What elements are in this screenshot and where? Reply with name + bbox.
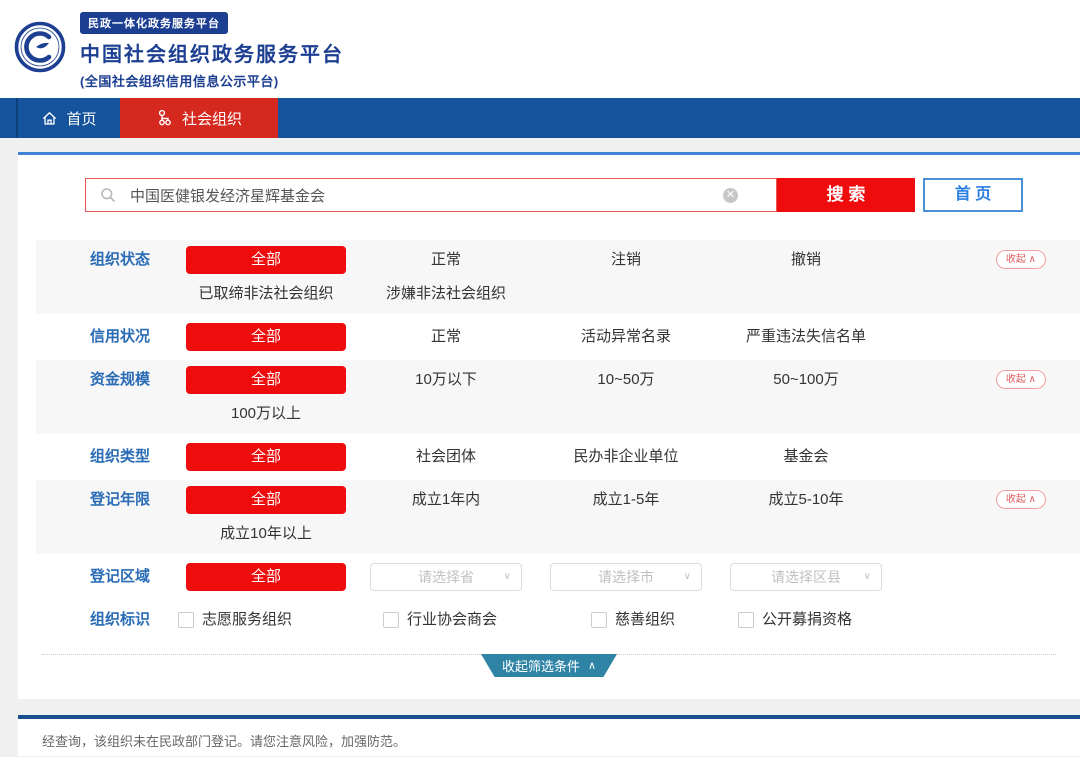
filter-option-selected[interactable]: 全部 xyxy=(186,563,346,591)
site-header: 民政一体化政务服务平台 中国社会组织政务服务平台 (全国社会组织信用信息公示平台… xyxy=(0,0,1080,98)
chevron-down-icon: ∨ xyxy=(683,571,691,582)
filter-rows: 组织状态 全部 正常 注销 撤销 已取缔非法社会组织 涉嫌非法社会组织 收起 ∧ 信用状况 全部正… xyxy=(18,240,1080,640)
org-chart-icon xyxy=(158,109,171,126)
filter-option[interactable]: 社会团体 xyxy=(356,440,536,474)
platform-logo-icon xyxy=(14,21,66,73)
filter-row-2: 资金规模 全部 10万以下 10~50万 50~100万 100万以上 收起 ∧ xyxy=(36,360,1080,434)
collapse-filters-label: 收起筛选条件 xyxy=(501,659,580,674)
search-filter-panel: ✕ 搜 索 首 页 组织状态全部正常注销撤销已取缔非法社会组织涉嫌非法社会组织收… xyxy=(18,152,1080,699)
filter-option[interactable]: 已取缔非法社会组织 xyxy=(176,277,356,311)
checkbox-label: 公开募捐资格 xyxy=(762,611,853,628)
filter-option-selected[interactable]: 全部 xyxy=(186,486,346,514)
filter-row-3: 组织类型 全部 社会团体 民办非企业单位 基金会 xyxy=(36,437,1080,477)
search-bar: ✕ 搜 索 首 页 xyxy=(18,155,1080,212)
region-select[interactable]: 请选择省 ∨ xyxy=(370,563,522,591)
filter-option[interactable]: 活动异常名录 xyxy=(536,320,716,354)
filter-row-6: 组织标识 志愿服务组织 行业协会商会 慈善组织 公开募捐资格 xyxy=(36,600,1080,640)
filter-option[interactable]: 50~100万 xyxy=(716,363,896,397)
checkbox-label: 行业协会商会 xyxy=(407,611,498,628)
select-placeholder: 请选择省 xyxy=(418,569,474,585)
filter-row-0: 组织状态 全部 正常 注销 撤销已取缔非法社会组织 涉嫌非法社会组织 收起 ∧ xyxy=(36,240,1080,314)
region-select[interactable]: 请选择区县 ∨ xyxy=(730,563,882,591)
checkbox-label: 慈善组织 xyxy=(615,611,676,628)
filter-option[interactable]: 成立1-5年 xyxy=(536,483,716,517)
filter-row-label: 信用状况 xyxy=(90,328,151,345)
chevron-up-icon: ∧ xyxy=(587,660,597,672)
filter-option[interactable]: 正常 xyxy=(356,243,536,277)
page-title: 中国社会组织政务服务平台 xyxy=(80,44,344,66)
filter-option[interactable]: 涉嫌非法社会组织 xyxy=(356,277,536,311)
filter-row-label: 组织状态 xyxy=(90,251,151,268)
filter-row-1: 信用状况 全部 正常 活动异常名录 严重违法失信名单 xyxy=(36,317,1080,357)
search-icon xyxy=(100,187,116,203)
search-input-wrapper: ✕ xyxy=(85,178,777,212)
checkbox[interactable] xyxy=(383,612,399,628)
filter-option-selected[interactable]: 全部 xyxy=(186,443,346,471)
filter-option[interactable]: 注销 xyxy=(536,243,716,277)
filter-row-label: 登记区域 xyxy=(90,568,151,585)
select-placeholder: 请选择区县 xyxy=(771,569,841,585)
filter-option[interactable]: 民办非企业单位 xyxy=(536,440,716,474)
select-placeholder: 请选择市 xyxy=(598,569,654,585)
filter-option[interactable]: 成立10年以上 xyxy=(176,517,356,551)
filter-option-selected[interactable]: 全部 xyxy=(186,323,346,351)
main-nav: 首页 社会组织 xyxy=(0,98,1080,138)
checkbox[interactable] xyxy=(591,612,607,628)
result-panel: 经查询，该组织未在民政部门登记。请您注意风险，加强防范。 xyxy=(18,715,1080,756)
home-button[interactable]: 首 页 xyxy=(923,178,1023,212)
clear-icon[interactable]: ✕ xyxy=(723,187,738,203)
row-collapse-button[interactable]: 收起 ∧ xyxy=(995,250,1046,269)
nav-tab-home[interactable]: 首页 xyxy=(18,98,120,138)
filter-option-selected[interactable]: 全部 xyxy=(186,366,346,394)
checkbox[interactable] xyxy=(178,612,194,628)
page-subtitle: (全国社会组织信用信息公示平台) xyxy=(80,74,279,89)
chevron-down-icon: ∨ xyxy=(863,571,871,582)
collapse-filters-button[interactable]: 收起筛选条件 ∧ xyxy=(481,654,617,677)
nav-tab-label: 社会组织 xyxy=(181,110,242,128)
nav-tab-label: 首页 xyxy=(66,110,97,128)
row-collapse-button[interactable]: 收起 ∧ xyxy=(995,370,1046,389)
header-badge: 民政一体化政务服务平台 xyxy=(80,12,228,34)
row-collapse-button[interactable]: 收起 ∧ xyxy=(995,490,1046,509)
filter-option[interactable]: 成立1年内 xyxy=(356,483,536,517)
filter-option[interactable]: 100万以上 xyxy=(176,397,356,431)
filter-row-label: 资金规模 xyxy=(90,371,151,388)
filter-option-selected[interactable]: 全部 xyxy=(186,246,346,274)
checkbox[interactable] xyxy=(738,612,754,628)
filter-row-5: 登记区域 全部 请选择省 ∨ 请选择市 ∨ 请选择区县 ∨ xyxy=(36,557,1080,597)
chevron-down-icon: ∨ xyxy=(503,571,511,582)
filter-option[interactable]: 成立5-10年 xyxy=(716,483,896,517)
filter-row-label: 组织类型 xyxy=(90,448,151,465)
filter-option[interactable]: 10~50万 xyxy=(536,363,716,397)
search-input[interactable] xyxy=(130,186,723,204)
filter-option[interactable]: 撤销 xyxy=(716,243,896,277)
nav-tab-social-org[interactable]: 社会组织 xyxy=(120,98,278,138)
checkbox-label: 志愿服务组织 xyxy=(202,611,293,628)
filter-option[interactable]: 正常 xyxy=(356,320,536,354)
result-message: 经查询，该组织未在民政部门登记。请您注意风险，加强防范。 xyxy=(42,734,407,749)
filter-row-4: 登记年限 全部 成立1年内 成立1-5年 成立5-10年成立10年以上 收起 ∧ xyxy=(36,480,1080,554)
filter-option[interactable]: 基金会 xyxy=(716,440,896,474)
filter-row-label: 组织标识 xyxy=(90,611,151,628)
nav-divider xyxy=(0,98,18,138)
home-icon xyxy=(43,111,57,125)
search-button[interactable]: 搜 索 xyxy=(777,178,915,212)
region-select[interactable]: 请选择市 ∨ xyxy=(550,563,702,591)
filter-option[interactable]: 10万以下 xyxy=(356,363,536,397)
filter-row-label: 登记年限 xyxy=(90,491,151,508)
filter-option[interactable]: 严重违法失信名单 xyxy=(716,320,896,354)
